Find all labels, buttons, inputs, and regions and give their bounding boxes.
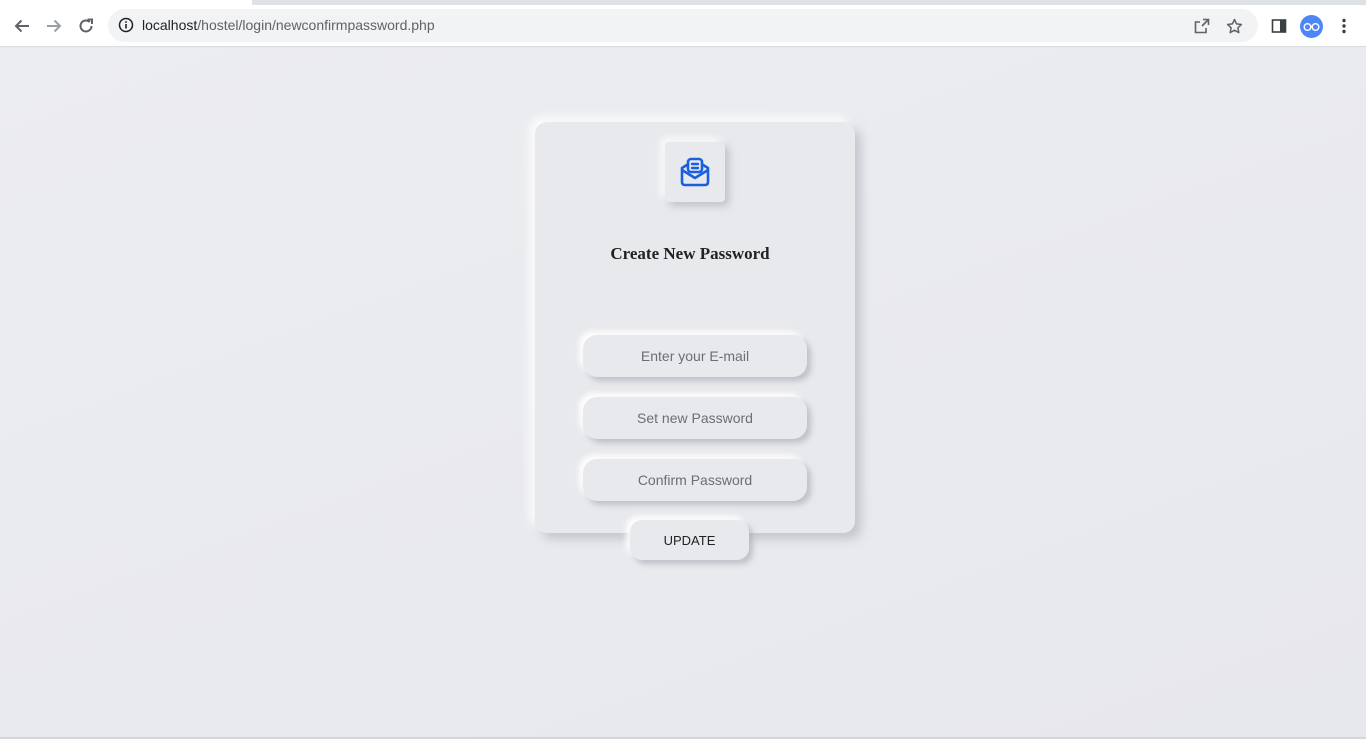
forward-button[interactable] [38, 10, 70, 42]
back-button[interactable] [6, 10, 38, 42]
url-text[interactable]: localhost/hostel/login/newconfirmpasswor… [142, 17, 435, 33]
new-password-field[interactable] [583, 397, 807, 439]
share-button[interactable] [1186, 10, 1218, 42]
password-card: Create New Password UPDATE [535, 122, 855, 560]
side-panel-button[interactable] [1263, 10, 1295, 42]
arrow-right-icon [47, 19, 62, 33]
logo-box [665, 142, 725, 202]
address-bar[interactable]: localhost/hostel/login/newconfirmpasswor… [108, 9, 1258, 42]
reload-button[interactable] [70, 10, 102, 42]
profile-avatar[interactable] [1300, 15, 1323, 38]
info-icon[interactable] [118, 17, 134, 33]
side-panel-icon [1271, 19, 1287, 33]
update-button[interactable]: UPDATE [630, 520, 749, 560]
confirm-password-field[interactable] [583, 459, 807, 501]
arrow-left-icon [14, 19, 29, 33]
reload-icon [79, 18, 93, 33]
share-icon [1194, 18, 1210, 34]
page-body: Create New Password UPDATE [0, 48, 1366, 738]
url-host: localhost [142, 17, 198, 33]
mail-open-icon [680, 157, 710, 187]
more-vertical-icon [1342, 18, 1346, 34]
glasses-icon [1303, 23, 1320, 31]
email-field[interactable] [583, 335, 807, 377]
page-title: Create New Password [610, 244, 770, 263]
url-path: /hostel/login/newconfirmpassword.php [197, 17, 435, 33]
bookmark-button[interactable] [1218, 10, 1250, 42]
star-icon [1226, 18, 1242, 33]
menu-button[interactable] [1328, 10, 1360, 42]
browser-toolbar: localhost/hostel/login/newconfirmpasswor… [0, 5, 1366, 47]
